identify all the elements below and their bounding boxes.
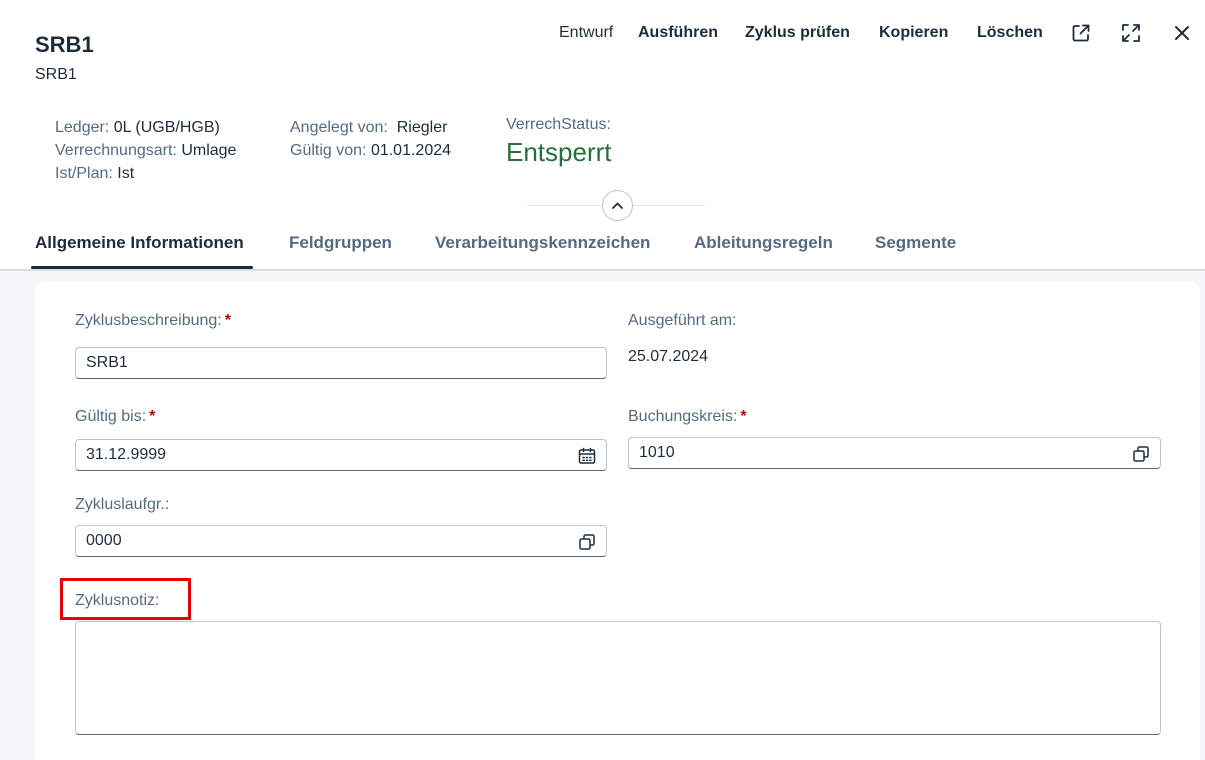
alloc-type-value: Umlage <box>181 142 237 159</box>
header-attributes-col1: Ledger: 0L (UGB/HGB) Verrechnungsart: Um… <box>55 116 236 185</box>
object-page-header: SRB1 SRB1 Entwurf Ausführen Zyklus prüfe… <box>0 0 1205 271</box>
cycle-description-value: SRB1 <box>86 354 128 371</box>
collapse-divider-right <box>633 205 705 206</box>
value-help-icon[interactable] <box>1131 444 1151 464</box>
close-icon[interactable] <box>1171 22 1193 44</box>
executed-on-label: Ausgeführt am: <box>628 312 737 329</box>
created-by-label: Angelegt von: <box>290 119 388 136</box>
actual-plan-attribute: Ist/Plan: Ist <box>55 162 236 185</box>
tab-general-information[interactable]: Allgemeine Informationen <box>35 233 244 253</box>
alloc-type-attribute: Verrechnungsart: Umlage <box>55 139 236 162</box>
share-icon[interactable] <box>1070 22 1092 44</box>
company-code-input[interactable]: 1010 <box>628 437 1161 469</box>
draft-indicator: Entwurf <box>559 24 614 41</box>
page-subtitle: SRB1 <box>35 66 77 83</box>
valid-to-label: Gültig bis: <box>75 408 147 425</box>
value-help-icon[interactable] <box>577 532 597 552</box>
valid-from-value: 01.01.2024 <box>370 142 452 159</box>
cycle-description-label-wrap: Zyklusbeschreibung: * <box>75 312 231 330</box>
created-by-value: Riegler <box>396 119 448 136</box>
valid-to-value: 31.12.9999 <box>86 446 167 463</box>
ledger-attribute: Ledger: 0L (UGB/HGB) <box>55 116 236 139</box>
valid-to-label-wrap: Gültig bis: * <box>75 408 155 426</box>
actual-plan-value: Ist <box>117 165 135 182</box>
alloc-type-label: Verrechnungsart: <box>55 142 177 159</box>
required-marker: * <box>149 408 156 425</box>
check-cycle-button[interactable]: Zyklus prüfen <box>745 22 850 44</box>
company-code-value: 1010 <box>639 444 675 461</box>
required-marker: * <box>740 408 747 425</box>
header-toolbar: Entwurf Ausführen Zyklus prüfen Kopieren… <box>0 22 1205 44</box>
collapse-header-icon <box>612 202 623 209</box>
actual-plan-label: Ist/Plan: <box>55 165 113 182</box>
valid-from-attribute: Gültig von: 01.01.2024 <box>290 139 451 162</box>
tab-derivation-rules[interactable]: Ableitungsregeln <box>694 233 833 253</box>
tab-segments[interactable]: Segmente <box>875 233 956 253</box>
required-marker: * <box>224 312 231 329</box>
status-label: VerrechStatus: <box>506 116 611 133</box>
company-code-label-wrap: Buchungskreis: * <box>628 408 747 426</box>
valid-from-label: Gültig von: <box>290 142 367 159</box>
execute-button[interactable]: Ausführen <box>638 22 718 44</box>
valid-to-date-picker[interactable]: 31.12.9999 <box>75 439 607 471</box>
cycle-note-textarea[interactable] <box>75 621 1161 735</box>
cycle-description-label: Zyklusbeschreibung: <box>75 312 222 329</box>
fullscreen-icon[interactable] <box>1120 22 1142 44</box>
cycle-run-group-label: Zykluslaufgr.: <box>75 496 170 513</box>
collapse-divider-left <box>527 205 602 206</box>
ledger-value: 0L (UGB/HGB) <box>113 119 220 136</box>
executed-on-value: 25.07.2024 <box>628 348 709 365</box>
cycle-run-group-value: 0000 <box>86 532 122 549</box>
ledger-label: Ledger: <box>55 119 110 136</box>
status-value: Entsperrt <box>506 137 612 167</box>
cycle-description-input[interactable]: SRB1 <box>75 347 607 379</box>
delete-button[interactable]: Löschen <box>977 22 1043 44</box>
created-by-attribute: Angelegt von: Riegler <box>290 116 451 139</box>
company-code-label: Buchungskreis: <box>628 408 738 425</box>
header-attributes-col2: Angelegt von: Riegler Gültig von: 01.01.… <box>290 116 451 162</box>
collapse-header-button[interactable] <box>602 190 633 221</box>
tab-processing-indicators[interactable]: Verarbeitungskennzeichen <box>435 233 650 253</box>
tab-bar: Allgemeine Informationen Feldgruppen Ver… <box>0 225 1205 271</box>
cycle-run-group-input[interactable]: 0000 <box>75 525 607 557</box>
calendar-icon[interactable] <box>577 446 597 466</box>
copy-button[interactable]: Kopieren <box>879 22 948 44</box>
tab-field-groups[interactable]: Feldgruppen <box>289 233 392 253</box>
highlight-annotation <box>60 578 191 620</box>
